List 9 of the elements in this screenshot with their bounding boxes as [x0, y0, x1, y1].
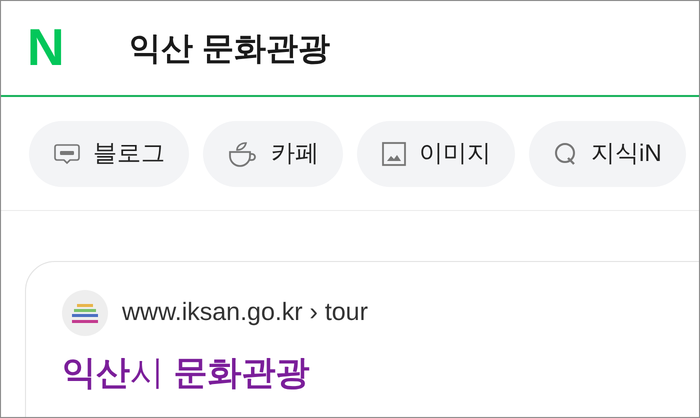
- category-tab[interactable]: 블로그: [29, 120, 189, 186]
- search-query[interactable]: 익산 문화관광: [129, 24, 330, 72]
- category-tab[interactable]: 이미지: [357, 120, 515, 186]
- site-favicon: [62, 290, 108, 336]
- category-tab[interactable]: 지식iN: [529, 120, 686, 186]
- result-url[interactable]: www.iksan.go.kr › tour: [122, 294, 368, 332]
- category-tab[interactable]: 카페: [203, 120, 343, 186]
- image-icon: [381, 140, 407, 166]
- result-title-link[interactable]: 익산시 문화관광: [62, 348, 699, 399]
